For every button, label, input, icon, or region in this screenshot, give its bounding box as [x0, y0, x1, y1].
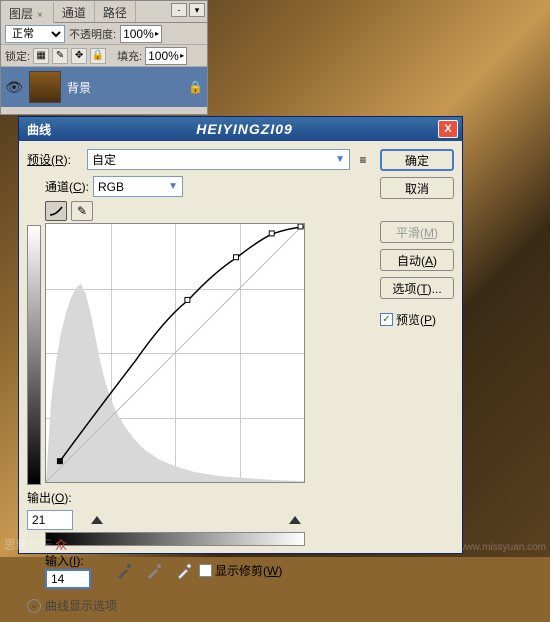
expand-options-icon[interactable]: ⌄ [27, 599, 41, 613]
curve-canvas[interactable] [45, 223, 305, 483]
output-input[interactable]: 21 [27, 510, 73, 530]
channel-label: 通道(C): [45, 178, 89, 195]
output-gradient [27, 225, 41, 485]
cancel-button[interactable]: 取消 [380, 177, 454, 199]
lock-label: 锁定: [5, 48, 30, 64]
tab-paths[interactable]: 路径 [95, 1, 136, 22]
input-input[interactable]: 14 [45, 569, 91, 589]
layer-name: 背景 [67, 79, 182, 96]
lock-pixels-icon[interactable]: ✎ [52, 48, 68, 64]
tab-layers-label: 图层 [9, 7, 33, 21]
preset-menu-icon[interactable]: ≡ [354, 151, 372, 169]
channel-select[interactable]: RGB ▼ [93, 176, 183, 197]
preset-value: 自定 [92, 151, 116, 168]
input-label: 输入(I): [45, 552, 91, 569]
fill-input[interactable]: 100%▸ [145, 47, 187, 65]
visibility-eye-icon[interactable]: 👁 [5, 78, 23, 96]
watermark-left: 思缘论坛 众 [4, 536, 67, 553]
opacity-label: 不透明度: [69, 26, 116, 42]
chevron-down-icon: ▼ [168, 181, 178, 192]
tab-close-icon[interactable]: × [35, 8, 45, 23]
lock-transparency-icon[interactable]: ▦ [33, 48, 49, 64]
layers-panel: 图层× 通道 路径 - ▾ 正常 不透明度: 100%▸ 锁定: ▦ ✎ ✥ 🔒… [0, 0, 208, 115]
close-button[interactable]: X [438, 120, 458, 138]
preset-label: 预设(R): [27, 151, 83, 168]
lock-position-icon[interactable]: ✥ [71, 48, 87, 64]
lock-row: 锁定: ▦ ✎ ✥ 🔒 填充: 100%▸ [1, 45, 207, 67]
curve-tool-pencil[interactable]: ✎ [71, 201, 93, 221]
slider-track[interactable] [91, 514, 301, 526]
panel-menu-icon[interactable]: ▾ [189, 3, 205, 17]
show-clipping-checkbox[interactable] [199, 564, 212, 577]
tab-channels[interactable]: 通道 [54, 1, 95, 22]
output-label: 输出(O): [27, 489, 83, 506]
minimize-icon[interactable]: - [171, 3, 187, 17]
opacity-input[interactable]: 100%▸ [120, 25, 162, 43]
blend-mode-select[interactable]: 正常 [5, 25, 65, 43]
input-gradient [45, 532, 305, 546]
layer-row-background[interactable]: 👁 背景 🔒 [1, 67, 207, 107]
options-button[interactable]: 选项(T)... [380, 277, 454, 299]
chevron-down-icon: ▼ [335, 154, 345, 165]
fill-label: 填充: [117, 48, 142, 64]
curve-tool-point[interactable] [45, 201, 67, 221]
smooth-button: 平滑(M) [380, 221, 454, 243]
layers-toolbar: 正常 不透明度: 100%▸ [1, 23, 207, 45]
lock-all-icon[interactable]: 🔒 [90, 48, 106, 64]
preview-label: 预览(P) [396, 311, 436, 328]
show-clipping-label: 显示修剪(W) [215, 562, 282, 579]
eyedropper-white-icon[interactable] [175, 562, 193, 580]
eyedropper-gray-icon[interactable] [145, 562, 163, 580]
preview-checkbox[interactable]: ✓ [380, 313, 393, 326]
ok-button[interactable]: 确定 [380, 149, 454, 171]
dialog-title: 曲线 [27, 121, 51, 138]
preset-select[interactable]: 自定 ▼ [87, 149, 350, 170]
watermark-right: www.missyuan.com [458, 542, 546, 553]
panel-tab-bar: 图层× 通道 路径 - ▾ [1, 1, 207, 23]
dialog-brand: HEIYINGZI09 [51, 121, 438, 137]
curve-path [46, 224, 304, 482]
layer-lock-icon: 🔒 [188, 80, 203, 94]
curves-dialog: 曲线 HEIYINGZI09 X 预设(R): 自定 ▼ ≡ 通道(C): RG… [18, 116, 463, 554]
layer-thumbnail[interactable] [29, 71, 61, 103]
tab-layers[interactable]: 图层× [1, 2, 54, 23]
eyedropper-black-icon[interactable] [115, 562, 133, 580]
auto-button[interactable]: 自动(A) [380, 249, 454, 271]
channel-value: RGB [98, 180, 124, 194]
titlebar[interactable]: 曲线 HEIYINGZI09 X [19, 117, 462, 141]
display-options-label: 曲线显示选项 [45, 597, 117, 614]
